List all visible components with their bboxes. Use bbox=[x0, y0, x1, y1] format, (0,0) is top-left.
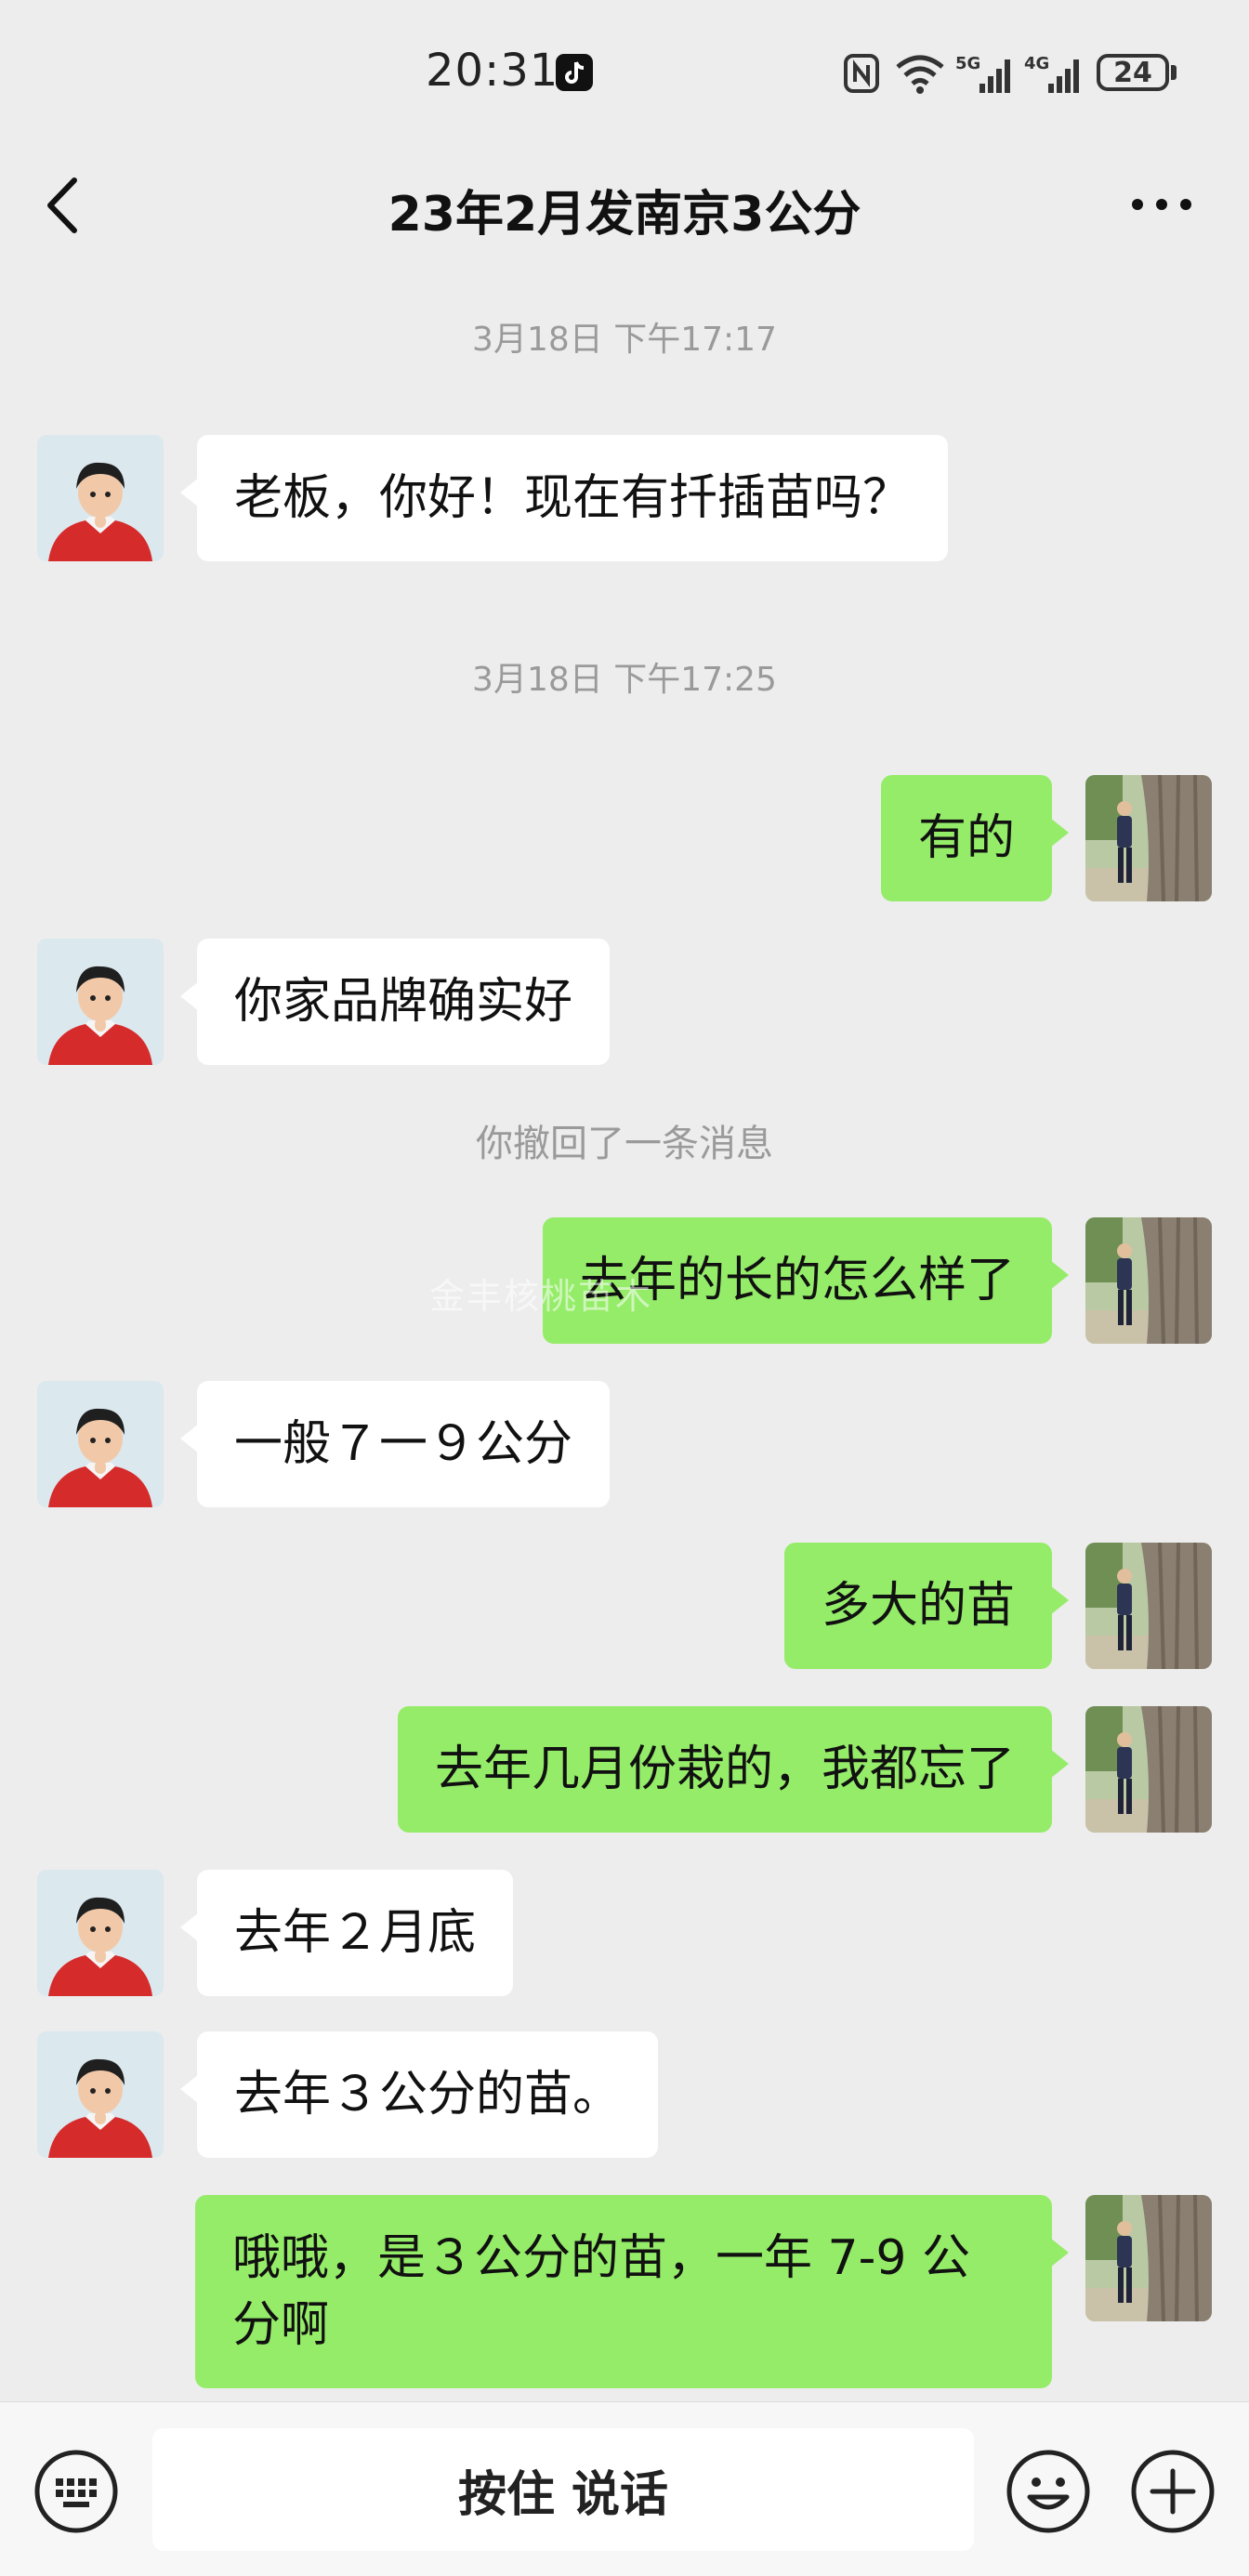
5g-signal-icon: 5G bbox=[955, 50, 1017, 97]
received-message[interactable]: 老板，你好！现在有扦插苗吗？ bbox=[179, 435, 949, 561]
contact-avatar[interactable] bbox=[37, 435, 164, 561]
recall-notice: 你撤回了一条消息 bbox=[476, 1123, 773, 1165]
contact-avatar[interactable] bbox=[37, 2031, 164, 2158]
tiktok-icon bbox=[556, 54, 593, 91]
received-message[interactable]: 你家品牌确实好 bbox=[179, 939, 611, 1065]
my-avatar[interactable] bbox=[1085, 1543, 1212, 1669]
sent-message[interactable]: 有的 bbox=[880, 775, 1070, 901]
status-bar: 20:31 5G 4G 24 bbox=[0, 0, 1249, 139]
battery-tip bbox=[1171, 65, 1177, 80]
timestamp: 3月18日 下午17:17 bbox=[472, 321, 777, 359]
emoji-icon bbox=[1006, 2450, 1090, 2533]
more-button[interactable] bbox=[1124, 177, 1199, 232]
emoji-button[interactable] bbox=[1004, 2447, 1093, 2536]
plus-circle-icon bbox=[1131, 2450, 1215, 2533]
my-avatar[interactable] bbox=[1085, 1217, 1212, 1344]
battery-icon: 24 bbox=[1097, 54, 1169, 91]
keyboard-icon bbox=[34, 2450, 118, 2533]
chat-screen: 20:31 5G 4G 24 23年2月发南京3公分 3月18日 下午17:17… bbox=[0, 0, 1249, 2576]
contact-avatar[interactable] bbox=[37, 1870, 164, 1996]
wifi-icon bbox=[892, 50, 948, 97]
input-bar: 按住 说话 bbox=[0, 2401, 1249, 2576]
sent-message[interactable]: 哦哦，是３公分的苗，一年 7-9 公分啊 bbox=[195, 2195, 1069, 2388]
status-time: 20:31 bbox=[426, 45, 559, 97]
nfc-icon bbox=[842, 50, 883, 97]
my-avatar[interactable] bbox=[1085, 2195, 1212, 2321]
received-message[interactable]: 去年３公分的苗。 bbox=[179, 2031, 659, 2158]
keyboard-toggle-button[interactable] bbox=[32, 2447, 121, 2536]
received-message[interactable]: 一般７一９公分 bbox=[179, 1381, 611, 1507]
nav-bar: 23年2月发南京3公分 bbox=[0, 139, 1249, 269]
sent-message[interactable]: 去年的长的怎么样了 bbox=[542, 1217, 1070, 1344]
received-message[interactable]: 去年２月底 bbox=[179, 1870, 514, 1996]
chat-title: 23年2月发南京3公分 bbox=[388, 187, 861, 243]
5g-label: 5G bbox=[955, 54, 980, 73]
timestamp: 3月18日 下午17:25 bbox=[472, 661, 777, 699]
contact-avatar[interactable] bbox=[37, 1381, 164, 1507]
hold-to-talk-button[interactable]: 按住 说话 bbox=[152, 2428, 974, 2551]
more-horizontal-icon bbox=[1132, 199, 1191, 210]
4g-label: 4G bbox=[1024, 54, 1049, 73]
my-avatar[interactable] bbox=[1085, 775, 1212, 901]
message-list[interactable]: 3月18日 下午17:17 老板，你好！现在有扦插苗吗？ 3月18日 下午17:… bbox=[0, 269, 1249, 2398]
my-avatar[interactable] bbox=[1085, 1706, 1212, 1833]
4g-signal-icon: 4G bbox=[1024, 50, 1085, 97]
more-functions-button[interactable] bbox=[1128, 2447, 1217, 2536]
sent-message[interactable]: 去年几月份栽的，我都忘了 bbox=[397, 1706, 1070, 1833]
contact-avatar[interactable] bbox=[37, 939, 164, 1065]
sent-message[interactable]: 多大的苗 bbox=[783, 1543, 1070, 1669]
